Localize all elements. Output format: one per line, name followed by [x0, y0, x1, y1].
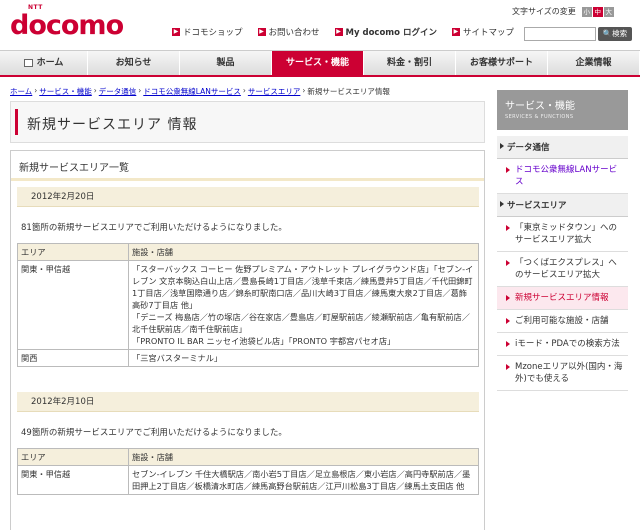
title-accent-bar [15, 109, 18, 135]
gnav-support[interactable]: お客様サポート [456, 51, 548, 75]
date-header: 2012年2月20日 [17, 187, 479, 207]
table-header-row: エリア 施設・店舗 [17, 448, 479, 466]
shops-cell: 「スターバックス コーヒー 佐野プレミアム・アウトレット プレイグラウンド店」「… [128, 260, 479, 350]
shops-cell: 「三宮バスターミナル」 [128, 349, 479, 367]
lock-icon: ▶ [334, 28, 343, 36]
shop-list: セブン-イレブン 千住大橋駅店／南小岩5丁目店／足立島根店／東小岩店／高円寺駅前… [132, 469, 471, 491]
sidebar-section-data[interactable]: データ通信 [497, 136, 628, 159]
col-area-header: エリア [17, 243, 129, 261]
sidebar-section-area[interactable]: サービスエリア [497, 194, 628, 217]
arrow-icon: ▶ [451, 28, 460, 36]
triangle-icon [506, 260, 510, 266]
search-box: 🔍検索 [524, 27, 632, 41]
heading-underline [11, 178, 484, 181]
breadcrumb-service-area[interactable]: サービスエリア [248, 86, 301, 97]
link-docomo-shop[interactable]: ▶ ドコモショップ [172, 26, 243, 38]
col-shops-header: 施設・店舗 [128, 243, 479, 261]
arrow-icon: ▶ [257, 28, 266, 36]
gnav-pricing[interactable]: 料金・割引 [364, 51, 456, 75]
shop-list: 「スターバックス コーヒー 佐野プレミアム・アウトレット プレイグラウンド店」「… [132, 264, 474, 310]
table-row: 関西 「三宮バスターミナル」 [17, 349, 479, 367]
page-title: 新規サービスエリア 情報 [27, 117, 198, 133]
date-header: 2012年2月10日 [17, 392, 479, 412]
sidebar-item-new-area[interactable]: 新規サービスエリア情報 [497, 287, 628, 310]
global-nav: ホーム お知らせ 製品 サービス・機能 料金・割引 お客様サポート 企業情報 [0, 50, 640, 77]
font-size-large-button[interactable]: 大 [603, 6, 614, 17]
area-cell: 関東・甲信越 [17, 465, 129, 495]
font-size-switcher: 文字サイズの変更 小 中 大 [512, 6, 615, 17]
main-content: 新規サービスエリア一覧 2012年2月20日 81箇所の新規サービスエリアでご利… [10, 150, 485, 530]
table-row: 関東・甲信越 セブン-イレブン 千住大橋駅店／南小岩5丁目店／足立島根店／東小岩… [17, 465, 479, 495]
col-shops-header: 施設・店舗 [128, 448, 479, 466]
breadcrumb-home[interactable]: ホーム [10, 86, 32, 97]
triangle-icon [506, 295, 510, 301]
section-heading: 新規サービスエリア一覧 [19, 163, 129, 174]
breadcrumb: ホーム › サービス・機能 › データ通信 › ドコモ公衆無線LANサービス › サービ… [10, 86, 390, 97]
col-area-header: エリア [17, 448, 129, 466]
triangle-icon [506, 167, 510, 173]
area-cell: 関西 [17, 349, 129, 367]
gnav-news[interactable]: お知らせ [88, 51, 180, 75]
breadcrumb-current: 新規サービスエリア情報 [307, 87, 390, 96]
link-contact[interactable]: ▶ お問い合わせ [257, 26, 320, 38]
search-input[interactable] [524, 27, 596, 41]
shop-list: 「PRONTO IL BAR ニッセイ池袋ビル店」「PRONTO 宇都宮パセオ店… [132, 336, 396, 346]
breadcrumb-public-lan[interactable]: ドコモ公衆無線LANサービス [143, 86, 241, 97]
search-button[interactable]: 🔍検索 [598, 27, 632, 41]
sidebar-item-tsukuba[interactable]: 「つくばエクスプレス」へのサービスエリア拡大 [497, 252, 628, 287]
sidebar-item-facilities[interactable]: ご利用可能な施設・店舗 [497, 310, 628, 333]
intro-text: 49箇所の新規サービスエリアでご利用いただけるようになりました。 [21, 428, 287, 438]
gnav-corporate[interactable]: 企業情報 [548, 51, 640, 75]
sidebar-item-search-method[interactable]: iモード・PDAでの検索方法 [497, 333, 628, 356]
gnav-services[interactable]: サービス・機能 [272, 51, 364, 75]
sidebar-item-public-lan[interactable]: ドコモ公衆無線LANサービス [497, 159, 628, 194]
gnav-home[interactable]: ホーム [0, 51, 88, 75]
gnav-products[interactable]: 製品 [180, 51, 272, 75]
arrow-icon: ▶ [172, 28, 180, 36]
site-header: NTT docomo ▶ ドコモショップ ▶ お問い合わせ ▶ My docomo ロ… [0, 0, 640, 50]
breadcrumb-data[interactable]: データ通信 [99, 86, 137, 97]
breadcrumb-services[interactable]: サービス・機能 [39, 86, 92, 97]
triangle-icon [506, 341, 510, 347]
font-size-small-button[interactable]: 小 [581, 6, 592, 17]
link-sitemap[interactable]: ▶ サイトマップ [451, 26, 514, 38]
area-cell: 関東・甲信越 [17, 260, 129, 350]
sidebar-title: サービス・機能 [505, 101, 575, 112]
triangle-icon [500, 143, 504, 149]
font-size-label: 文字サイズの変更 [512, 7, 576, 16]
font-size-medium-button[interactable]: 中 [592, 6, 603, 17]
table-row: 関東・甲信越 「スターバックス コーヒー 佐野プレミアム・アウトレット プレイグ… [17, 260, 479, 350]
shops-cell: セブン-イレブン 千住大橋駅店／南小岩5丁目店／足立島根店／東小岩店／高円寺駅前… [128, 465, 479, 495]
sidebar: サービス・機能 SERVICES & FUNCTIONS データ通信 ドコモ公衆… [497, 90, 628, 530]
shop-list: 「デニーズ 梅島店／竹の塚店／谷在家店／豊島店／町屋駅前店／綾瀬駅前店／亀有駅前… [132, 312, 470, 334]
link-mydocomo-login[interactable]: ▶ My docomo ログイン [334, 26, 437, 38]
triangle-icon [500, 201, 504, 207]
area-table: エリア 施設・店舗 関東・甲信越 セブン-イレブン 千住大橋駅店／南小岩5丁目店… [17, 448, 479, 495]
triangle-icon [506, 364, 510, 370]
home-icon [23, 59, 33, 67]
sidebar-item-mzone[interactable]: Mzoneエリア以外(国内・海外)でも使える [497, 356, 628, 391]
table-header-row: エリア 施設・店舗 [17, 243, 479, 261]
triangle-icon [506, 225, 510, 231]
sidebar-header: サービス・機能 SERVICES & FUNCTIONS [497, 90, 628, 130]
utility-links: ▶ ドコモショップ ▶ お問い合わせ ▶ My docomo ログイン ▶ サイトマップ [172, 26, 529, 38]
sidebar-item-midtown[interactable]: 「東京ミッドタウン」へのサービスエリア拡大 [497, 217, 628, 252]
area-table: エリア 施設・店舗 関東・甲信越 「スターバックス コーヒー 佐野プレミアム・ア… [17, 243, 479, 367]
shop-list: 「三宮バスターミナル」 [132, 353, 223, 363]
logo-brand-text: docomo [10, 10, 124, 41]
intro-text: 81箇所の新規サービスエリアでご利用いただけるようになりました。 [21, 223, 287, 233]
sidebar-subtitle: SERVICES & FUNCTIONS [505, 114, 574, 120]
page-title-box: 新規サービスエリア 情報 [10, 101, 485, 143]
triangle-icon [506, 318, 510, 324]
